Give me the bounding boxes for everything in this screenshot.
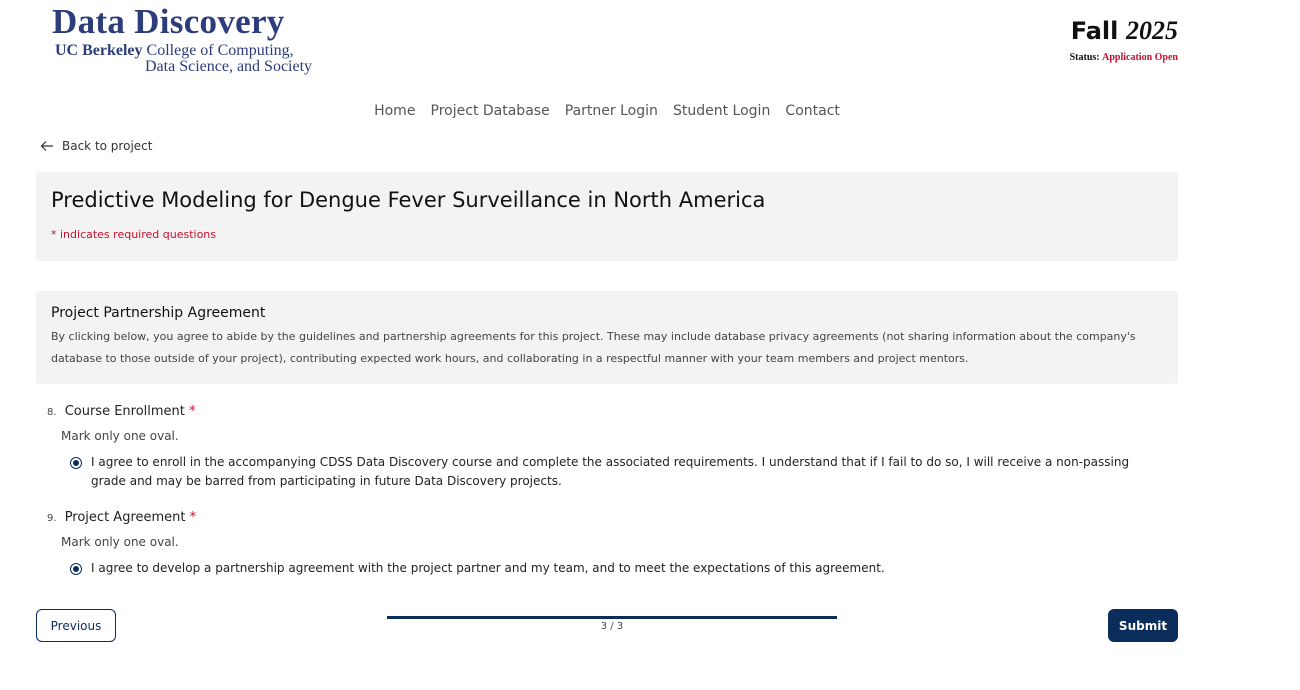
progress-fill	[387, 616, 837, 619]
nav-partner-login[interactable]: Partner Login	[565, 103, 658, 119]
radio-button-selected[interactable]	[70, 563, 82, 575]
logo-subtitle: UC Berkeley College of Computing,	[52, 43, 312, 59]
logo-ucb: UC Berkeley	[55, 42, 143, 59]
question-header: 9. Project Agreement *	[47, 510, 1131, 525]
arrow-left-icon	[40, 141, 53, 151]
section-card: Project Partnership Agreement By clickin…	[36, 291, 1178, 384]
back-link-label: Back to project	[62, 139, 153, 153]
status-label: Status:	[1069, 52, 1100, 63]
status-value: Application Open	[1102, 52, 1178, 63]
question-hint: Mark only one oval.	[61, 429, 179, 443]
logo-line1: College of Computing,	[146, 42, 294, 59]
back-to-project-link[interactable]: Back to project	[40, 139, 152, 153]
site-logo[interactable]: Data Discovery UC Berkeley College of Co…	[52, 3, 312, 75]
submit-button[interactable]: Submit	[1108, 609, 1178, 642]
form-title: Predictive Modeling for Dengue Fever Sur…	[51, 188, 766, 212]
nav-contact[interactable]: Contact	[785, 103, 839, 119]
nav-student-login[interactable]: Student Login	[673, 103, 770, 119]
nav-home[interactable]: Home	[374, 103, 415, 119]
logo-title: Data Discovery	[52, 2, 285, 41]
question-header: 8. Course Enrollment *	[47, 404, 1131, 419]
required-note: * indicates required questions	[51, 228, 216, 241]
section-description: By clicking below, you agree to abide by…	[51, 330, 1136, 365]
question-hint: Mark only one oval.	[61, 535, 179, 549]
question-number: 9.	[47, 513, 57, 524]
nav-project-database[interactable]: Project Database	[431, 103, 550, 119]
required-star: *	[189, 510, 197, 525]
term-label: Fall 2025	[1070, 16, 1178, 46]
application-status: Status: Application Open	[1070, 52, 1178, 63]
radio-option-project-agreement[interactable]: I agree to develop a partnership agreeme…	[70, 559, 1131, 578]
progress-bar	[387, 616, 837, 619]
main-nav: Home Project Database Partner Login Stud…	[0, 100, 1214, 119]
section-heading: Project Partnership Agreement	[51, 305, 266, 321]
previous-button[interactable]: Previous	[36, 609, 116, 642]
option-label: I agree to develop a partnership agreeme…	[91, 561, 885, 575]
term-year: 2025	[1126, 16, 1178, 45]
logo-line2: Data Science, and Society	[145, 58, 313, 75]
term-season: Fall	[1070, 17, 1119, 45]
page-indicator: 3 / 3	[600, 621, 624, 632]
question-number: 8.	[47, 407, 57, 418]
form-title-card: Predictive Modeling for Dengue Fever Sur…	[36, 172, 1178, 261]
option-label: I agree to enroll in the accompanying CD…	[91, 455, 1130, 488]
term-info: Fall 2025 Status: Application Open	[1070, 16, 1178, 63]
question-course-enrollment: 8. Course Enrollment * Mark only one ova…	[47, 404, 1131, 491]
radio-button-selected[interactable]	[70, 457, 82, 469]
question-project-agreement: 9. Project Agreement * Mark only one ova…	[47, 510, 1131, 578]
radio-option-course-enrollment[interactable]: I agree to enroll in the accompanying CD…	[70, 453, 1131, 491]
question-label: Project Agreement	[64, 510, 186, 525]
question-label: Course Enrollment	[64, 404, 185, 419]
required-star: *	[189, 404, 196, 419]
